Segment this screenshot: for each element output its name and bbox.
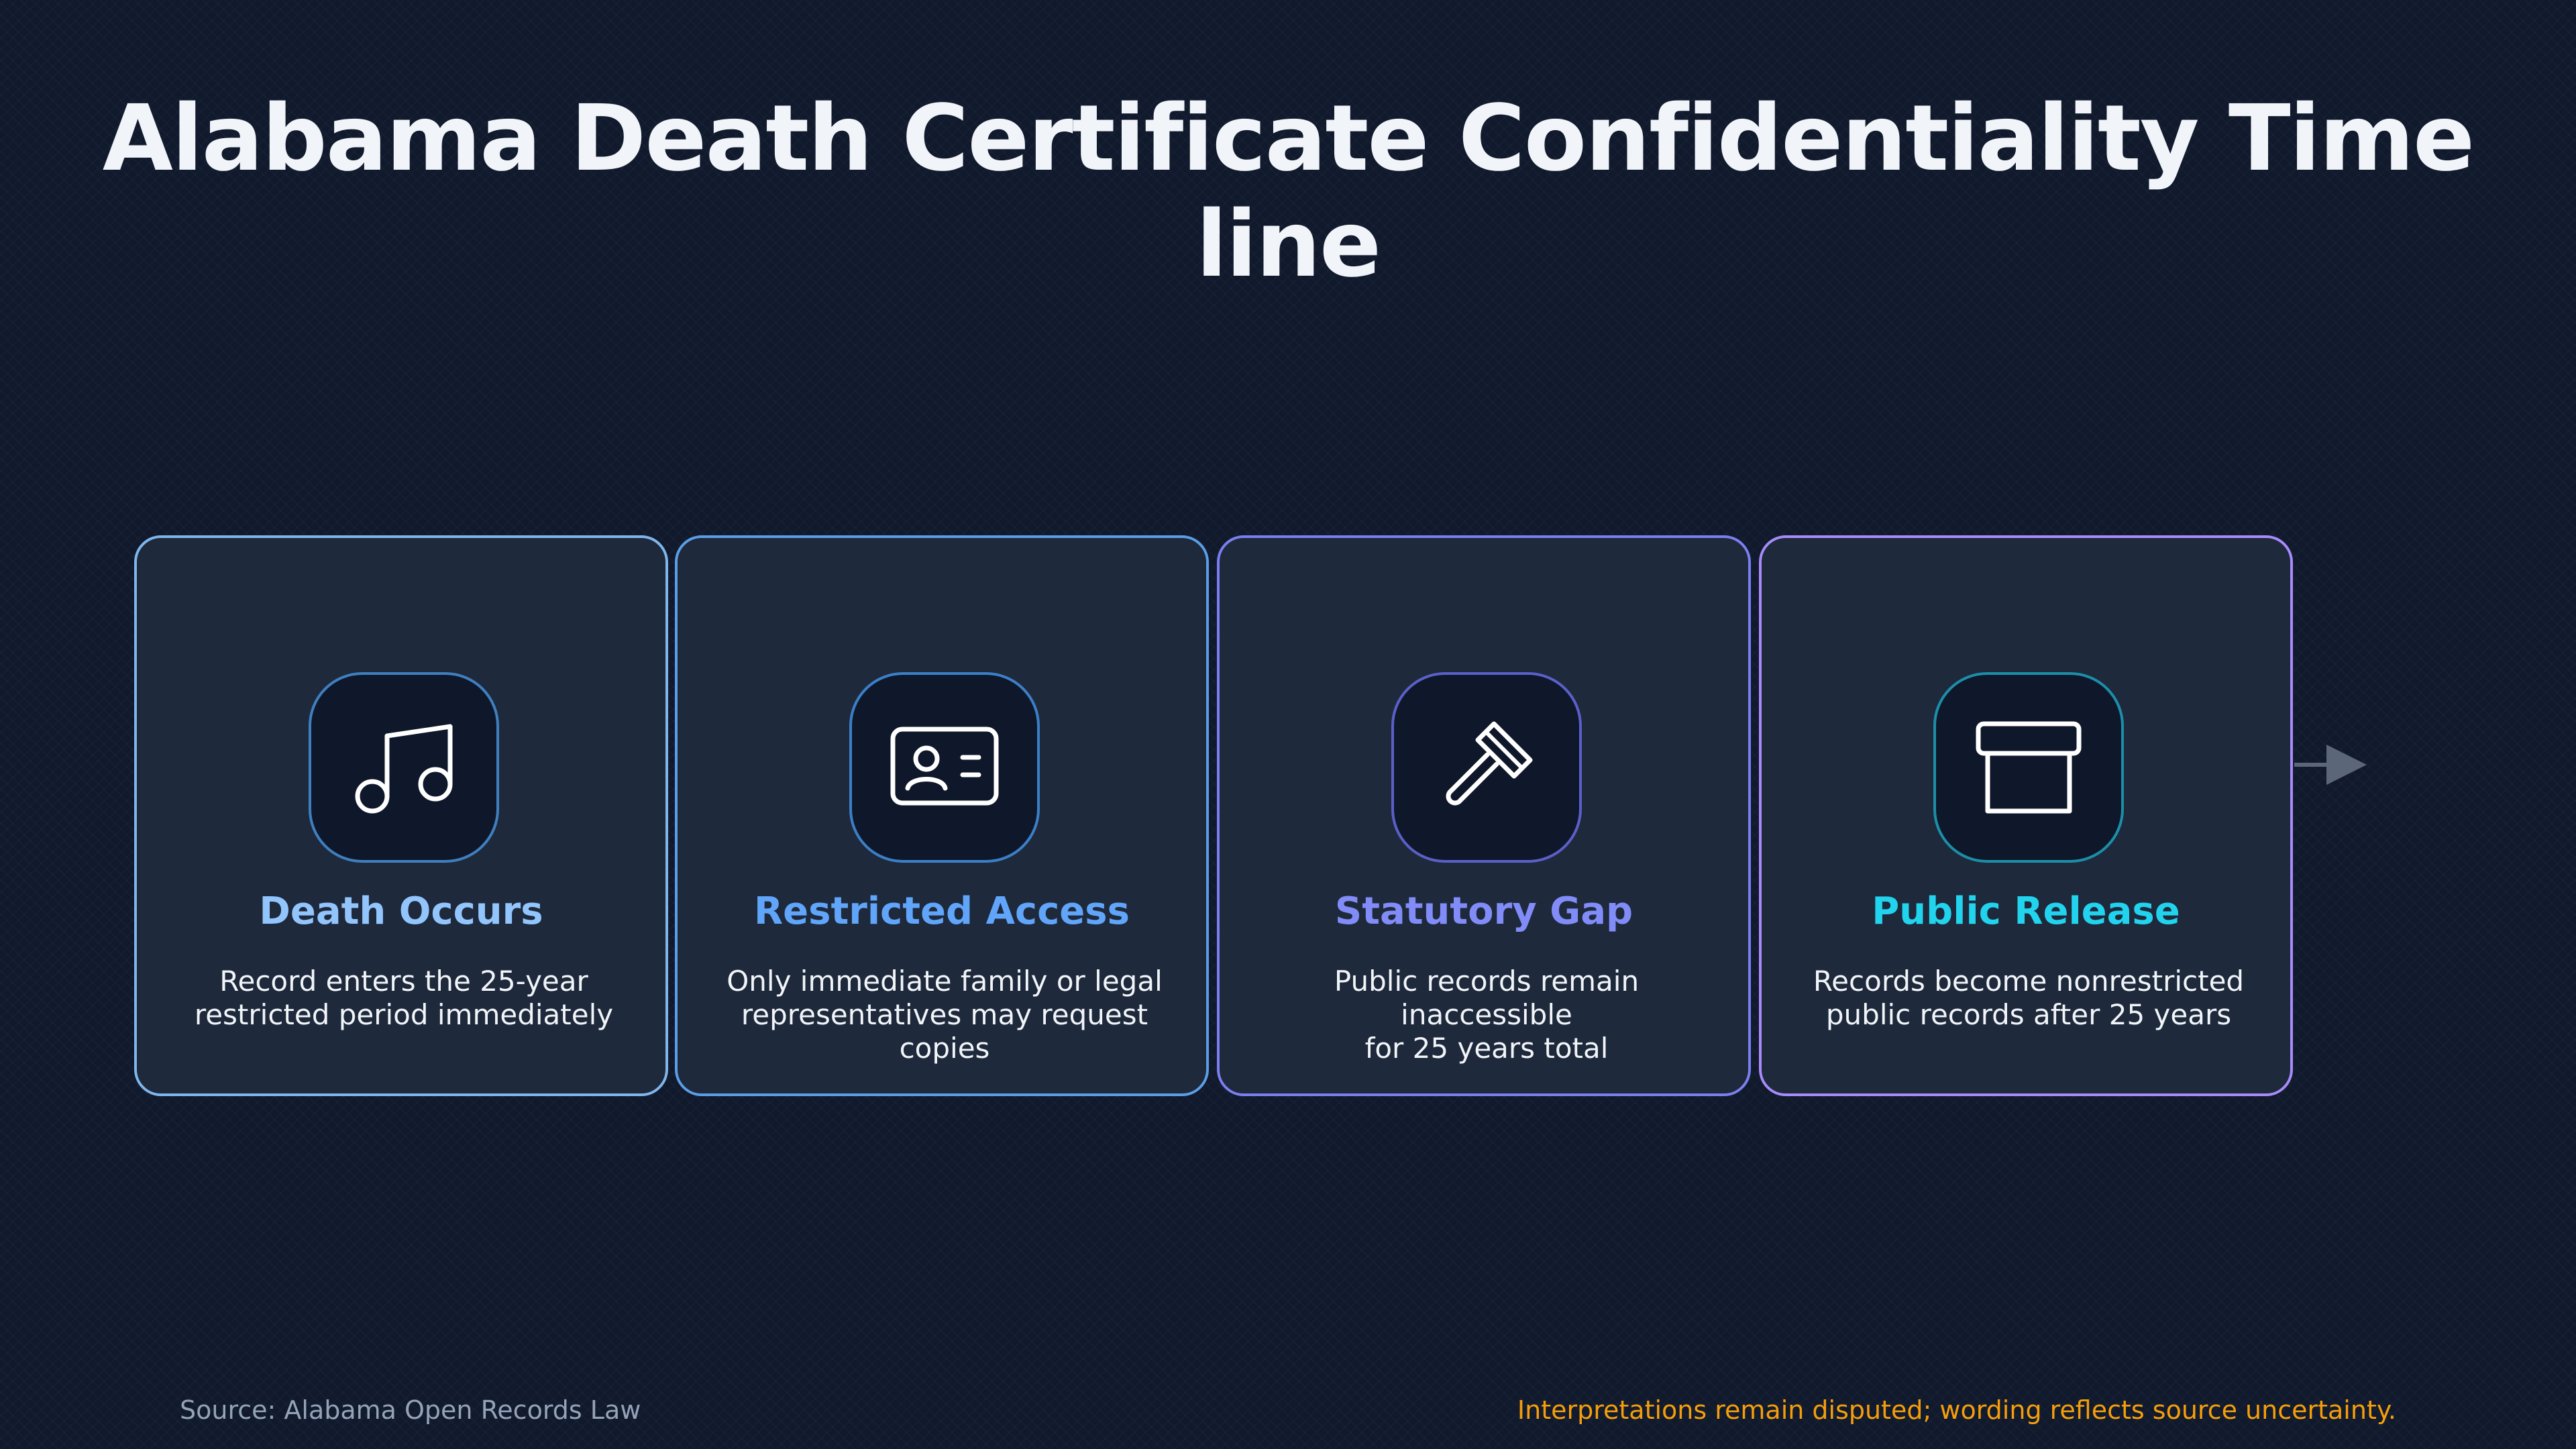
- step-card-death-occurs: Death Occurs Record enters the 25-year r…: [134, 535, 668, 1096]
- disclaimer-note: Interpretations remain disputed; wording…: [1517, 1395, 2396, 1425]
- step-title: Statutory Gap: [1334, 890, 1633, 933]
- step-description: Record enters the 25-year restricted per…: [194, 965, 614, 1031]
- music-note-icon: [355, 724, 453, 814]
- step-description: Only immediate family or legal represent…: [727, 965, 1163, 1065]
- step-description: Public records remain inaccessible for 2…: [1334, 965, 1640, 1065]
- icon-box: [849, 672, 1040, 863]
- step-card-statutory-gap: Statutory Gap Public records remain inac…: [1217, 535, 1751, 1096]
- step-description: Records become nonrestricted public reco…: [1813, 965, 2245, 1031]
- step-title: Public Release: [1872, 890, 2180, 933]
- gavel-icon: [1446, 721, 1533, 806]
- step-card-public-release: Public Release Records become nonrestric…: [1759, 535, 2293, 1096]
- icon-box: [309, 672, 499, 863]
- step-card-restricted-access: Restricted Access Only immediate family …: [675, 535, 1209, 1096]
- icon-box: [1391, 672, 1582, 863]
- step-title: Death Occurs: [259, 890, 543, 933]
- id-card-icon: [890, 727, 999, 806]
- icon-box: [1933, 672, 2124, 863]
- step-title: Restricted Access: [754, 890, 1130, 933]
- source-note: Source: Alabama Open Records Law: [180, 1395, 641, 1425]
- archive-box-icon: [1976, 721, 2082, 814]
